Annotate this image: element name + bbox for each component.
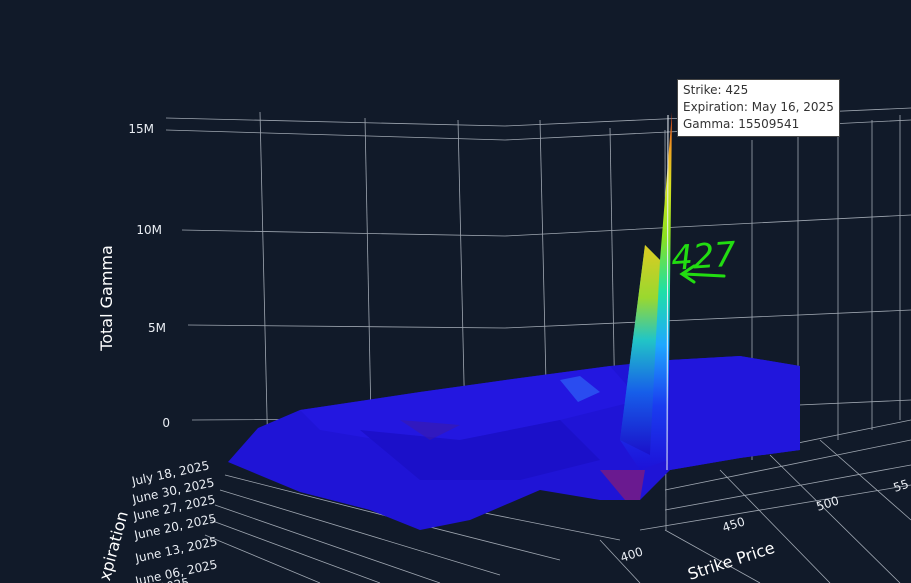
- tooltip-expiration: Expiration: May 16, 2025: [683, 100, 834, 114]
- y-axis-title: xpiration: [95, 509, 132, 583]
- tooltip-strike: Strike: 425: [683, 83, 749, 97]
- tooltip-gamma: Gamma: 15509541: [683, 117, 800, 131]
- z-tick: 5M: [148, 321, 166, 335]
- chart-stage: 15M 10M 5M 0 Total Gamma July 18, 2025 J…: [0, 0, 911, 583]
- x-tick: 500: [815, 493, 841, 513]
- x-tick: 400: [619, 544, 645, 564]
- grid: [165, 107, 911, 583]
- x-tick: 450: [721, 514, 747, 534]
- z-axis: 15M 10M 5M 0 Total Gamma: [97, 122, 170, 430]
- z-tick: 10M: [136, 223, 162, 237]
- z-axis-title: Total Gamma: [97, 245, 116, 352]
- hover-tooltip: Strike: 425 Expiration: May 16, 2025 Gam…: [677, 79, 840, 137]
- y-axis: July 18, 2025 June 30, 2025 June 27, 202…: [95, 458, 219, 583]
- x-tick: 55: [892, 477, 911, 495]
- x-axis-title: Strike Price: [685, 538, 777, 583]
- z-tick: 15M: [128, 122, 154, 136]
- z-tick: 0: [162, 416, 170, 430]
- annotation-text: 427: [670, 235, 738, 279]
- handwritten-annotation: 427: [670, 235, 738, 284]
- gamma-surface: [228, 112, 800, 530]
